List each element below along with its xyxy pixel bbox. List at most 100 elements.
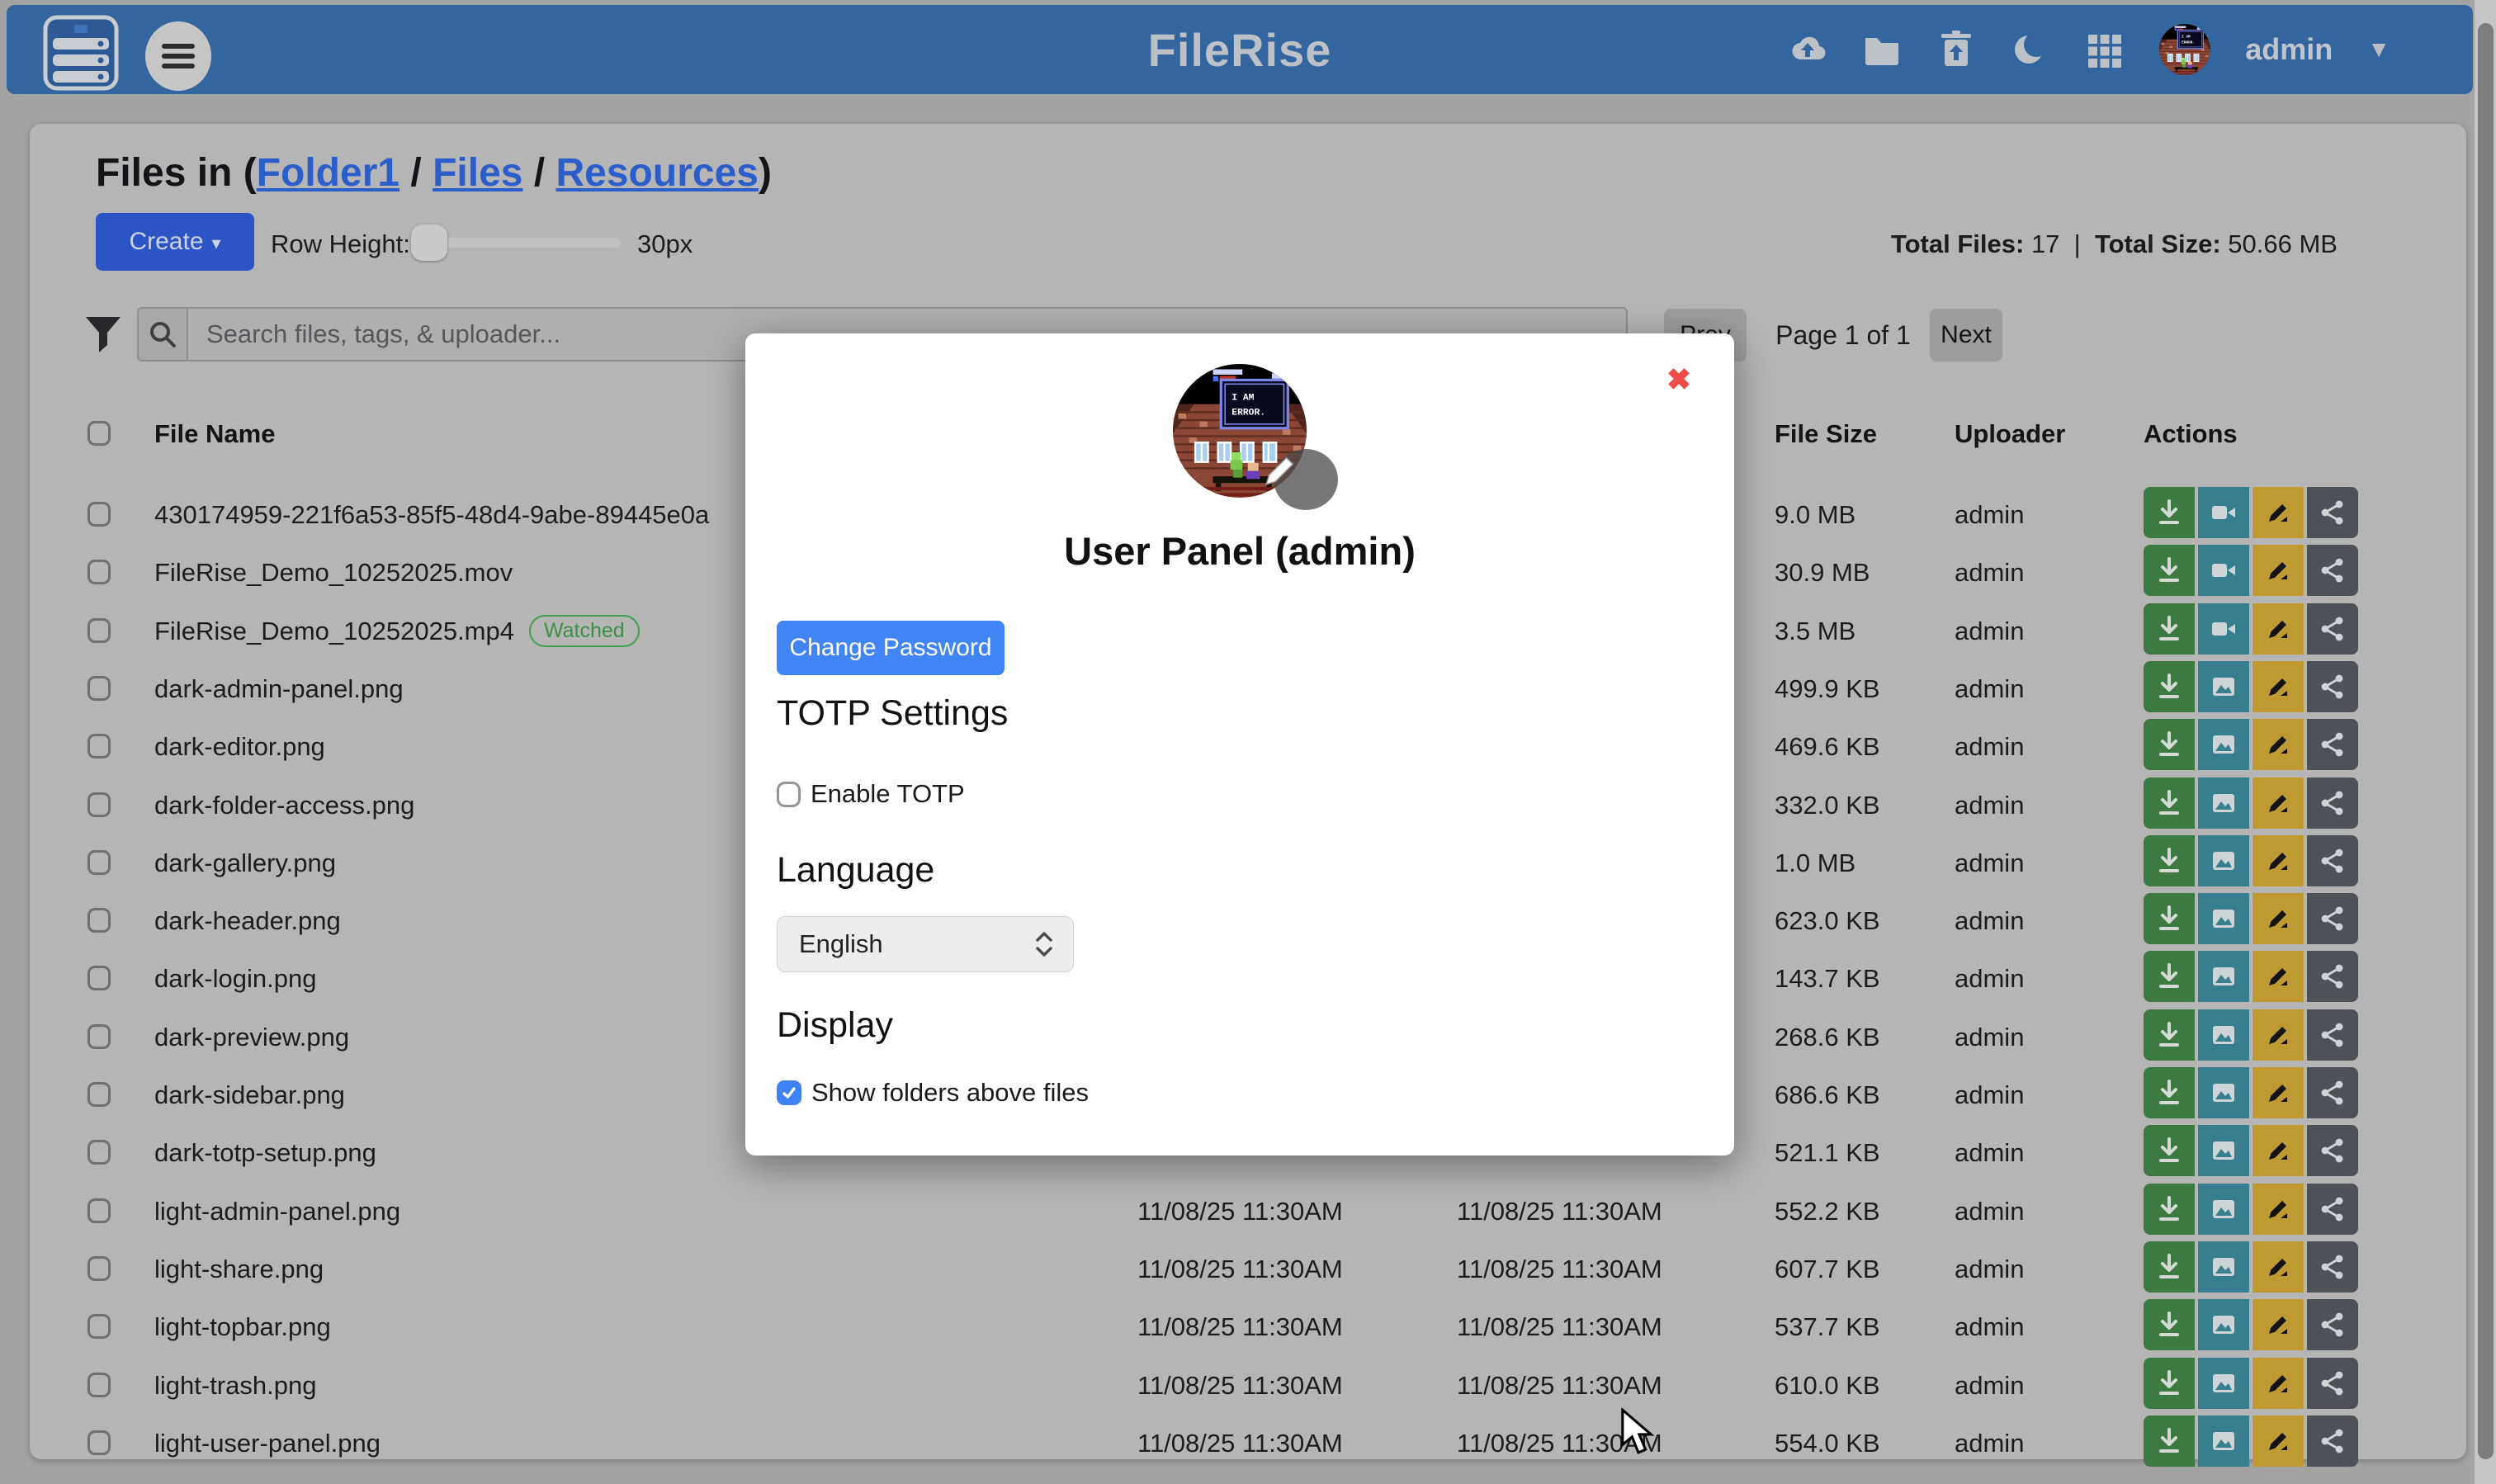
header-file-size[interactable]: File Size (1775, 419, 1877, 449)
file-name[interactable]: dark-login.png (154, 964, 316, 994)
username-label[interactable]: admin (2245, 32, 2333, 67)
edit-button[interactable] (2253, 1125, 2304, 1176)
share-button[interactable] (2307, 951, 2358, 1002)
file-name[interactable]: dark-sidebar.png (154, 1080, 345, 1110)
share-button[interactable] (2307, 1415, 2358, 1467)
share-button[interactable] (2307, 1009, 2358, 1061)
change-password-button[interactable]: Change Password (777, 621, 1005, 675)
preview-button[interactable] (2198, 951, 2249, 1002)
row-height-slider[interactable] (414, 238, 621, 248)
file-name[interactable]: FileRise_Demo_10252025.mov (154, 558, 513, 588)
header-file-name[interactable]: File Name (154, 419, 275, 449)
share-button[interactable] (2307, 545, 2358, 596)
header-uploader[interactable]: Uploader (1955, 419, 2065, 449)
download-button[interactable] (2144, 777, 2195, 829)
download-button[interactable] (2144, 1125, 2195, 1176)
share-button[interactable] (2307, 1125, 2358, 1176)
show-folders-checkbox[interactable] (777, 1080, 801, 1105)
preview-button[interactable] (2198, 719, 2249, 770)
download-button[interactable] (2144, 661, 2195, 712)
edit-button[interactable] (2253, 1241, 2304, 1293)
preview-button[interactable] (2198, 1009, 2249, 1061)
row-checkbox[interactable] (87, 676, 111, 701)
preview-button[interactable] (2198, 1241, 2249, 1293)
edit-button[interactable] (2253, 1299, 2304, 1350)
edit-button[interactable] (2253, 487, 2304, 538)
share-button[interactable] (2307, 777, 2358, 829)
preview-button[interactable] (2198, 893, 2249, 944)
share-button[interactable] (2307, 1299, 2358, 1350)
download-button[interactable] (2144, 1415, 2195, 1467)
share-button[interactable] (2307, 603, 2358, 655)
row-checkbox[interactable] (87, 618, 111, 643)
row-checkbox[interactable] (87, 560, 111, 584)
row-checkbox[interactable] (87, 734, 111, 759)
edit-button[interactable] (2253, 835, 2304, 886)
file-name[interactable]: dark-admin-panel.png (154, 674, 404, 704)
preview-button[interactable] (2198, 1415, 2249, 1467)
download-button[interactable] (2144, 719, 2195, 770)
file-name[interactable]: light-user-panel.png (154, 1429, 381, 1458)
share-button[interactable] (2307, 487, 2358, 538)
file-name[interactable]: dark-folder-access.png (154, 791, 414, 820)
download-button[interactable] (2144, 1067, 2195, 1118)
grid-view-icon[interactable] (2085, 30, 2125, 69)
dark-mode-icon[interactable] (2011, 30, 2050, 69)
row-height-slider-thumb[interactable] (411, 224, 447, 261)
download-button[interactable] (2144, 835, 2195, 886)
row-checkbox[interactable] (87, 966, 111, 990)
edit-button[interactable] (2253, 603, 2304, 655)
chevron-down-icon[interactable]: ▼ (2367, 36, 2390, 63)
edit-button[interactable] (2253, 1009, 2304, 1061)
file-name[interactable]: dark-editor.png (154, 732, 325, 762)
download-button[interactable] (2144, 1009, 2195, 1061)
edit-button[interactable] (2253, 545, 2304, 596)
row-checkbox[interactable] (87, 1430, 111, 1455)
edit-button[interactable] (2253, 951, 2304, 1002)
edit-button[interactable] (2253, 1358, 2304, 1409)
row-checkbox[interactable] (87, 1140, 111, 1165)
file-name[interactable]: light-admin-panel.png (154, 1197, 400, 1226)
row-checkbox[interactable] (87, 1198, 111, 1223)
search-icon-button[interactable] (139, 309, 188, 360)
row-checkbox[interactable] (87, 1314, 111, 1339)
share-button[interactable] (2307, 1358, 2358, 1409)
scrollbar-thumb[interactable] (2478, 23, 2494, 1459)
file-name[interactable]: dark-preview.png (154, 1023, 349, 1052)
file-name[interactable]: dark-gallery.png (154, 848, 336, 878)
download-button[interactable] (2144, 1358, 2195, 1409)
download-button[interactable] (2144, 1241, 2195, 1293)
edit-button[interactable] (2253, 719, 2304, 770)
row-checkbox[interactable] (87, 1082, 111, 1107)
download-button[interactable] (2144, 893, 2195, 944)
create-button[interactable]: Create▾ (96, 213, 254, 271)
row-checkbox[interactable] (87, 1024, 111, 1049)
row-checkbox[interactable] (87, 908, 111, 933)
breadcrumb-link-resources[interactable]: Resources (556, 151, 759, 195)
preview-button[interactable] (2198, 777, 2249, 829)
edit-button[interactable] (2253, 661, 2304, 712)
preview-button[interactable] (2198, 1067, 2249, 1118)
file-name[interactable]: FileRise_Demo_10252025.mp4Watched (154, 617, 640, 650)
edit-button[interactable] (2253, 777, 2304, 829)
file-name[interactable]: light-topbar.png (154, 1312, 331, 1342)
download-button[interactable] (2144, 603, 2195, 655)
share-button[interactable] (2307, 1241, 2358, 1293)
edit-button[interactable] (2253, 1415, 2304, 1467)
breadcrumb-link-files[interactable]: Files (433, 151, 522, 195)
preview-button[interactable] (2198, 603, 2249, 655)
preview-button[interactable] (2198, 545, 2249, 596)
preview-button[interactable] (2198, 835, 2249, 886)
download-button[interactable] (2144, 1299, 2195, 1350)
trash-restore-icon[interactable] (1936, 30, 1976, 69)
share-button[interactable] (2307, 661, 2358, 712)
next-page-button[interactable]: Next (1930, 309, 2002, 362)
user-avatar[interactable] (2159, 24, 2210, 75)
breadcrumb-link-folder1[interactable]: Folder1 (257, 151, 399, 195)
download-button[interactable] (2144, 545, 2195, 596)
share-button[interactable] (2307, 1067, 2358, 1118)
folder-icon[interactable] (1862, 30, 1902, 69)
edit-button[interactable] (2253, 1067, 2304, 1118)
row-checkbox[interactable] (87, 850, 111, 875)
row-checkbox[interactable] (87, 502, 111, 527)
